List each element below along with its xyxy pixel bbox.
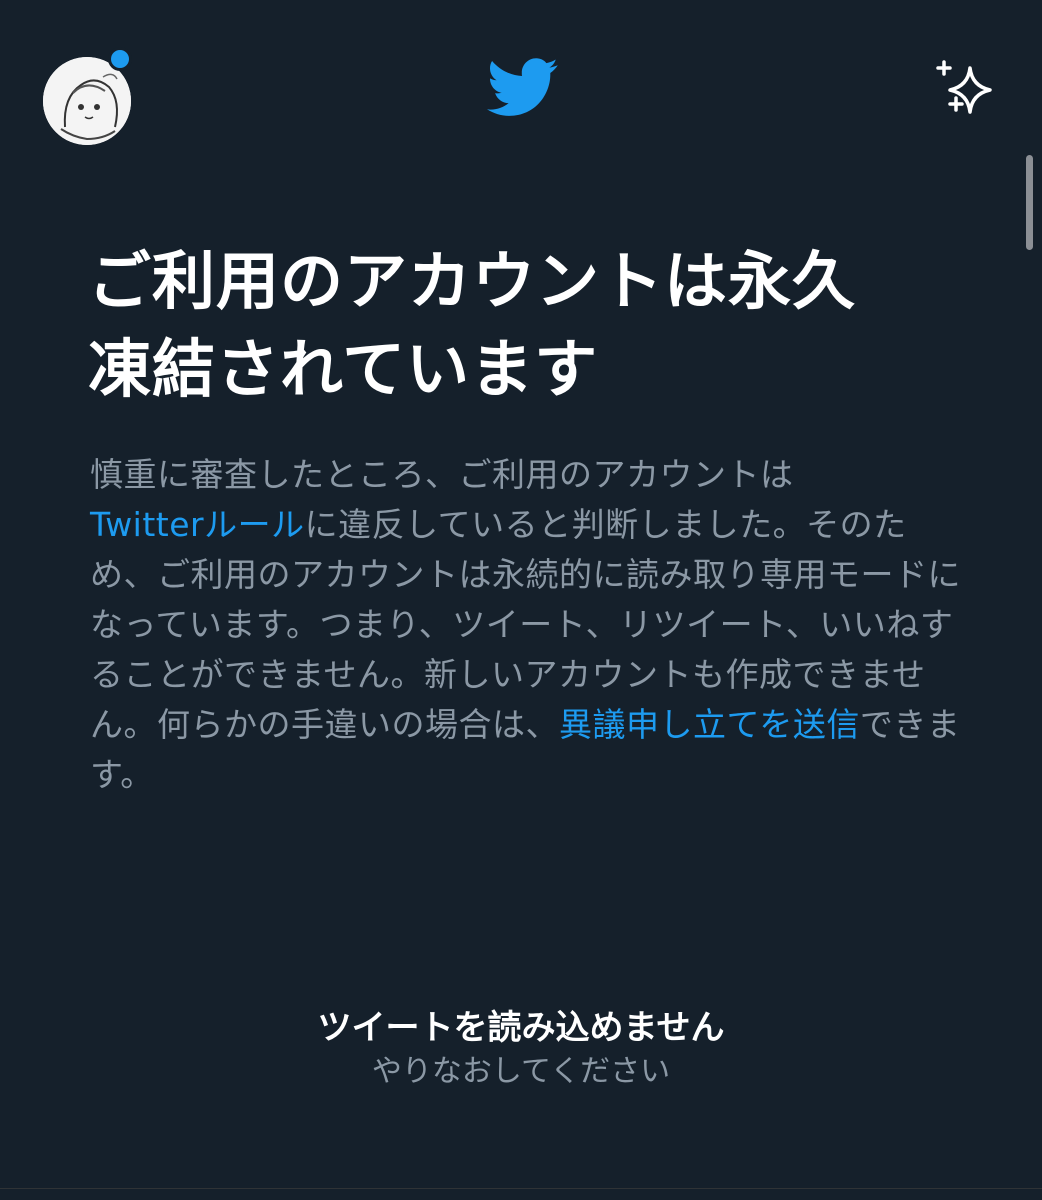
suspension-explanation: 慎重に審査したところ、ご利用のアカウントは Twitterルールに違反していると判… (90, 450, 965, 800)
divider (0, 1188, 1042, 1189)
body-text-part-1: 慎重に審査したところ、ご利用のアカウントは (90, 455, 794, 494)
submit-appeal-link[interactable]: 異議申し立てを送信 (559, 705, 860, 744)
twitter-bird-icon (487, 58, 558, 116)
scrollbar-thumb[interactable] (1026, 155, 1033, 250)
sparkle-icon[interactable] (934, 58, 1000, 120)
top-header (0, 0, 1042, 150)
suspension-headline: ご利用のアカウントは永久 凍結されています (88, 238, 988, 414)
notification-dot (108, 47, 132, 71)
load-error-title: ツイートを読み込めません (317, 1008, 725, 1048)
retry-link[interactable]: やりなおしてください (0, 1050, 1042, 1094)
app-screen: ご利用のアカウントは永久 凍結されています 慎重に審査したところ、ご利用のアカウン… (0, 0, 1042, 1200)
headline-line-2: 凍結されています (88, 333, 599, 406)
twitter-rules-link[interactable]: Twitterルール (90, 505, 305, 544)
headline-line-1: ご利用のアカウントは永久 (88, 245, 856, 318)
